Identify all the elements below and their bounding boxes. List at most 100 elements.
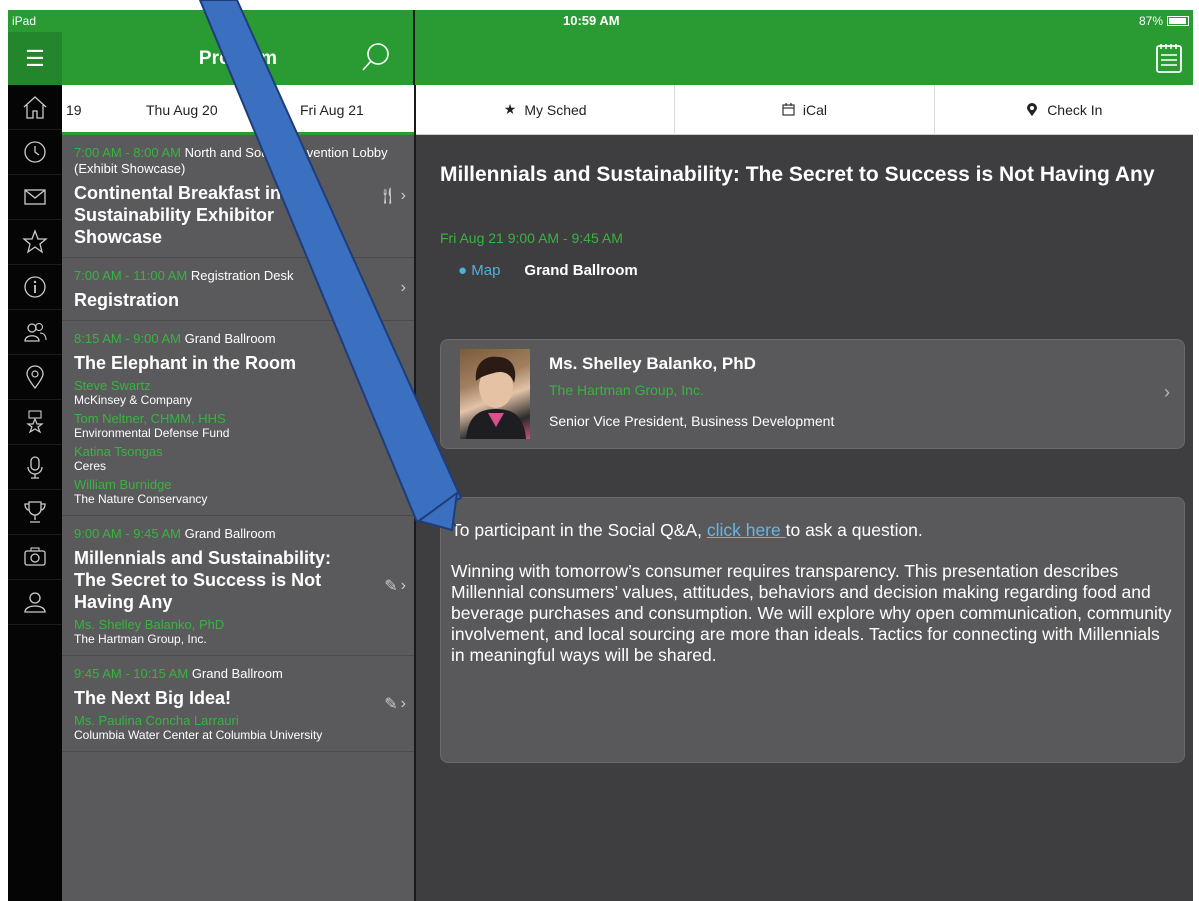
star-icon <box>22 229 48 254</box>
check-in-button[interactable]: Check In <box>935 85 1193 134</box>
people-icon <box>24 322 47 342</box>
session-description: To participant in the Social Q&A, click … <box>440 497 1185 763</box>
check-in-icon <box>1027 102 1038 116</box>
speaker-name: Ms. Shelley Balanko, PhD <box>74 617 225 632</box>
battery-percent: 87% <box>1138 14 1163 28</box>
envelope-icon <box>24 189 46 205</box>
icon-sidebar <box>8 85 62 901</box>
session-item[interactable]: 9:45 AM - 10:15 AM Grand Ballroom The Ne… <box>62 656 414 752</box>
top-nav: ☰ Program <box>8 10 1193 85</box>
speaker-org: Columbia Water Center at Columbia Univer… <box>74 728 323 742</box>
speaker-name: Ms. Shelley Balanko, PhD <box>549 354 756 373</box>
pencil-icon: ✎ <box>384 695 398 713</box>
session-detail: ★ My Sched iCal Check In Millennials and … <box>416 85 1193 901</box>
speaker-name: Tom Neltner, CHMM, HHS <box>74 411 226 426</box>
social-qa-link[interactable]: click here <box>707 520 786 540</box>
sidebar-item-messages[interactable] <box>8 175 62 220</box>
sidebar-item-attendees[interactable] <box>8 310 62 355</box>
speaker-name: Katina Tsongas <box>74 444 163 459</box>
sidebar-item-sponsors[interactable] <box>8 400 62 445</box>
home-icon <box>23 96 47 119</box>
carrier-label: iPad <box>12 14 37 28</box>
session-item[interactable]: 7:00 AM - 8:00 AM North and South Conven… <box>62 135 414 258</box>
chevron-right-icon: › <box>400 694 406 712</box>
day-tab-aug-21[interactable]: Fri Aug 21 <box>300 102 364 118</box>
chevron-right-icon: › <box>1164 382 1170 402</box>
trophy-icon <box>24 501 46 523</box>
chevron-right-icon: › <box>400 409 406 426</box>
speaker-org: The Nature Conservancy <box>74 492 208 506</box>
session-location: Registration Desk <box>190 268 294 283</box>
sidebar-item-schedule[interactable] <box>8 130 62 175</box>
speaker-org: The Hartman Group, Inc. <box>549 382 704 398</box>
star-icon: ★ <box>503 101 517 117</box>
session-title: The Next Big Idea! <box>74 688 232 708</box>
social-qa-line: To participant in the Social Q&A, click … <box>451 520 923 540</box>
session-time: 7:00 AM - 11:00 AM <box>74 268 188 283</box>
pencil-icon: ✎ <box>384 577 398 595</box>
session-location: Grand Ballroom <box>184 526 276 541</box>
session-action[interactable]: ✎ › <box>384 408 406 428</box>
clock-icon <box>24 141 46 163</box>
sidebar-item-photos[interactable] <box>8 535 62 580</box>
sidebar-item-map[interactable] <box>8 355 62 400</box>
session-title: The Elephant in the Room <box>74 353 297 373</box>
my-sched-button[interactable]: ★ My Sched <box>416 85 676 134</box>
speaker-name: Ms. Paulina Concha Larrauri <box>74 713 239 728</box>
map-pin-icon: ● <box>458 262 468 279</box>
session-action[interactable]: ✎ › <box>384 576 406 596</box>
session-action[interactable]: › <box>401 279 406 297</box>
fork-knife-icon: 🍴︎ <box>377 188 398 205</box>
session-title: Continental Breakfast in Sustainability … <box>74 183 282 247</box>
nav-divider <box>413 10 415 85</box>
session-location: Grand Ballroom <box>191 666 283 681</box>
map-link[interactable]: ● Map <box>458 262 500 279</box>
sidebar-item-speakers[interactable] <box>8 445 62 490</box>
session-action[interactable]: ✎ › <box>384 694 406 714</box>
sidebar-item-home[interactable] <box>8 85 62 130</box>
sidebar-item-info[interactable] <box>8 265 62 310</box>
user-icon <box>24 592 46 613</box>
chevron-right-icon: › <box>400 187 406 204</box>
ical-button[interactable]: iCal <box>675 85 935 134</box>
session-detail-location: ● Map Grand Ballroom <box>458 262 638 279</box>
battery-icon <box>1167 16 1189 26</box>
calendar-icon <box>782 103 795 116</box>
session-item[interactable]: 7:00 AM - 11:00 AM Registration Desk Reg… <box>62 258 414 321</box>
session-time: 9:45 AM - 10:15 AM <box>74 666 189 681</box>
session-action[interactable]: 🍴︎ › <box>377 186 406 206</box>
info-icon <box>24 276 46 298</box>
speaker-role: Senior Vice President, Business Developm… <box>549 413 835 429</box>
pencil-icon: ✎ <box>384 410 398 427</box>
sidebar-item-profile[interactable] <box>8 580 62 625</box>
session-detail-title: Millennials and Sustainability: The Secr… <box>440 163 1155 186</box>
program-list[interactable]: 19 Thu Aug 20 Fri Aug 21 7:00 AM - 8:00 … <box>62 85 414 901</box>
speaker-org: Ceres <box>74 459 107 473</box>
app-frame: iPad 10:59 AM 87% ☰ Program 19 Thu Aug 2… <box>0 0 1199 901</box>
speaker-org: The Hartman Group, Inc. <box>74 632 207 646</box>
session-time: 7:00 AM - 8:00 AM <box>74 145 181 160</box>
speaker-photo <box>460 349 530 439</box>
speaker-card[interactable]: Ms. Shelley Balanko, PhD The Hartman Gro… <box>440 339 1185 449</box>
day-selector: 19 Thu Aug 20 Fri Aug 21 <box>62 85 414 135</box>
session-title: Registration <box>74 290 180 310</box>
sidebar-item-awards[interactable] <box>8 490 62 535</box>
hamburger-menu-icon[interactable]: ☰ <box>8 32 62 85</box>
search-icon[interactable] <box>360 40 394 74</box>
notes-icon[interactable] <box>1155 42 1183 74</box>
room-name: Grand Ballroom <box>524 262 638 279</box>
session-location: Grand Ballroom <box>184 331 276 346</box>
session-time: 9:00 AM - 9:45 AM <box>74 526 181 541</box>
award-star-icon <box>26 410 44 434</box>
day-tab-aug-20[interactable]: Thu Aug 20 <box>146 102 218 118</box>
description-text: Winning with tomorrow’s consumer require… <box>451 561 1172 665</box>
speaker-name: Steve Swartz <box>74 378 151 393</box>
speaker-org: Environmental Defense Fund <box>74 426 230 440</box>
session-item[interactable]: 9:00 AM - 9:45 AM Grand Ballroom Millenn… <box>62 516 414 656</box>
day-tab-19[interactable]: 19 <box>66 102 82 118</box>
session-item[interactable]: 8:15 AM - 9:00 AM Grand Ballroom The Ele… <box>62 321 414 516</box>
sidebar-item-favorites[interactable] <box>8 220 62 265</box>
session-title: Millennials and Sustainability: The Secr… <box>74 548 332 612</box>
speaker-name: William Burnidge <box>74 477 172 492</box>
session-detail-datetime: Fri Aug 21 9:00 AM - 9:45 AM <box>440 230 623 246</box>
